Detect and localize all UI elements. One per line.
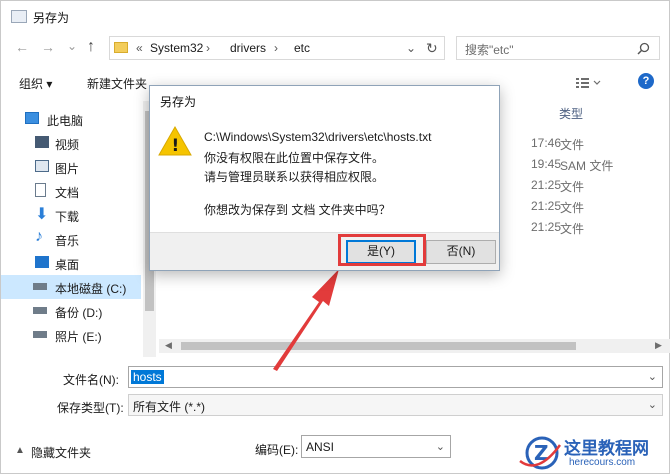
annotation-highlight-box: [338, 234, 426, 266]
no-button[interactable]: 否(N): [426, 240, 496, 264]
dialog-title: 另存为: [160, 95, 197, 109]
dialog-message-line: 请与管理员联系以获得相应权限。: [204, 170, 385, 184]
dialog-question: 你想改为保存到 文档 文件夹中吗？: [204, 203, 391, 217]
dialog-footer: 是(Y) 否(N): [150, 232, 499, 270]
svg-text:!: !: [172, 136, 180, 156]
save-as-window: 另存为 ← → ⌄ ↑ « System32 › drivers › etc ⌄…: [0, 0, 670, 474]
warning-icon: !: [158, 126, 192, 156]
dialog-body: ! C:\Windows\System32\drivers\etc\hosts.…: [150, 114, 499, 232]
dialog-file-path: C:\Windows\System32\drivers\etc\hosts.tx…: [204, 130, 432, 144]
permission-dialog: 另存为 ! C:\Windows\System32\drivers\etc\ho…: [149, 85, 500, 271]
dialog-message-line: 你没有权限在此位置中保存文件。: [204, 151, 385, 165]
